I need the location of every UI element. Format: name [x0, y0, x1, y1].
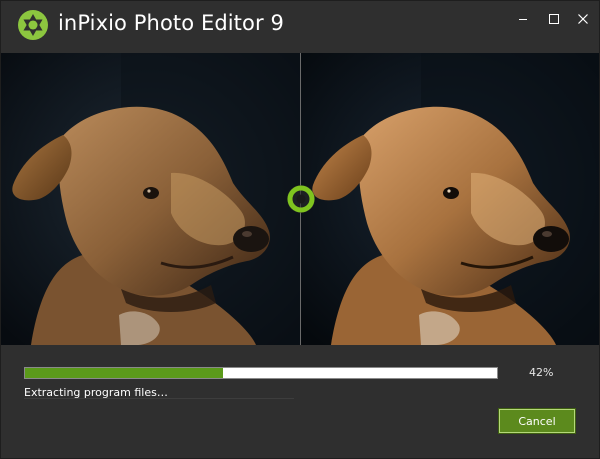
inpixio-logo-icon	[18, 10, 48, 40]
progress-fill	[25, 368, 223, 378]
compare-handle-icon[interactable]	[286, 184, 316, 214]
progress-percent: 42%	[529, 366, 554, 379]
before-after-preview	[1, 53, 599, 345]
status-divider	[24, 398, 294, 399]
preview-original	[1, 53, 300, 345]
close-icon	[578, 14, 588, 24]
installer-window: inPixio Photo Editor 9 42% Extracting pr…	[0, 0, 600, 459]
dog-portrait-original	[1, 53, 300, 345]
preview-enhanced	[301, 53, 599, 345]
minimize-button[interactable]	[513, 9, 533, 29]
maximize-button[interactable]	[544, 9, 564, 29]
title-bar[interactable]: inPixio Photo Editor 9	[1, 1, 599, 53]
maximize-icon	[549, 14, 559, 24]
cancel-button[interactable]: Cancel	[499, 409, 575, 433]
close-button[interactable]	[573, 9, 593, 29]
app-title: inPixio Photo Editor 9	[58, 11, 284, 35]
minimize-icon	[519, 19, 527, 20]
progress-bar	[24, 367, 498, 379]
dog-portrait-enhanced	[301, 53, 599, 345]
